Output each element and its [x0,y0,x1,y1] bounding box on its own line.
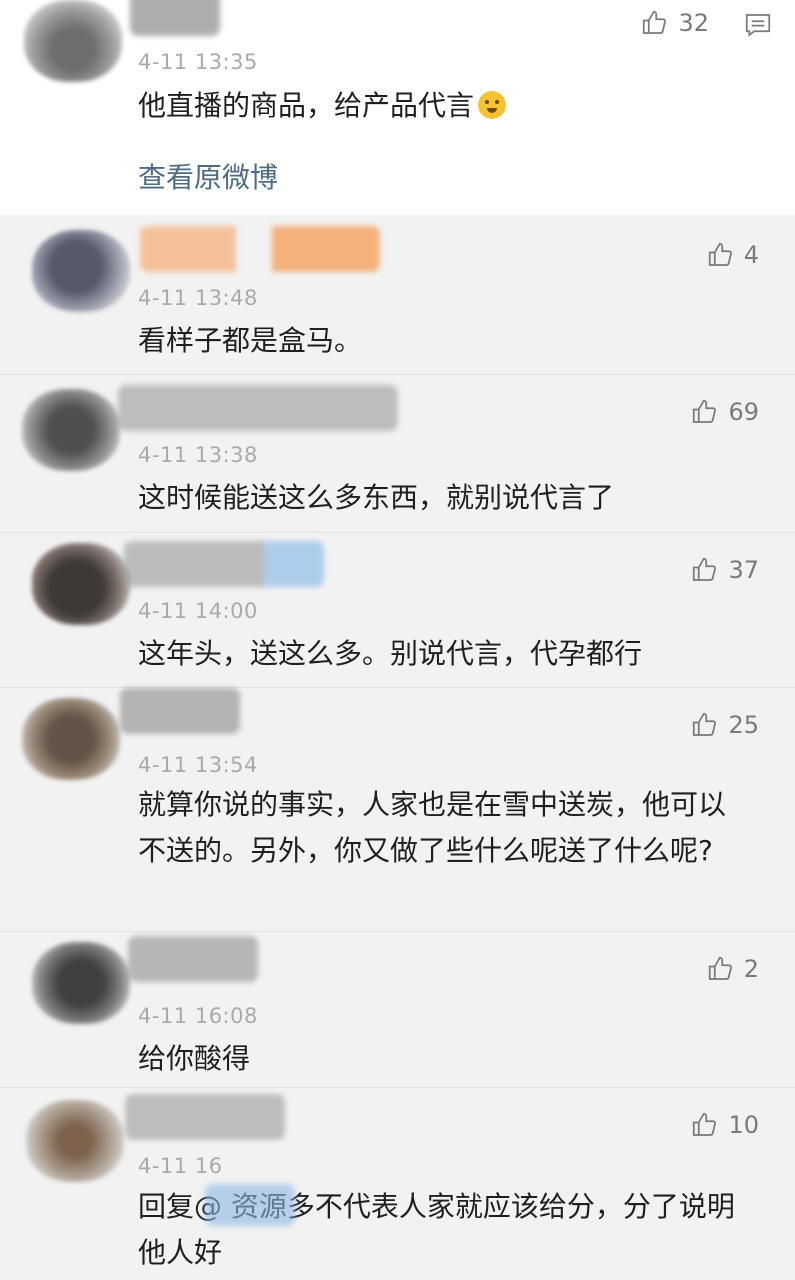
comment-icon[interactable] [743,10,773,40]
comment-text: 这年头，送这么多。别说代言，代孕都行 [138,637,643,670]
thumbs-up-icon [693,399,717,423]
comment-time: 4-11 13:38 [138,443,258,467]
thumbs-up-icon [693,712,717,736]
list-item[interactable]: 4-11 13:54 就算你说的事实，人家也是在雪中送炭，他可以不送的。另外，你… [0,688,795,932]
mention-redacted [205,1184,295,1226]
comment-time: 4-11 16 [138,1154,223,1178]
username-redacted [125,1094,285,1140]
like-button[interactable]: 2 [706,954,759,984]
avatar[interactable] [24,0,122,82]
list-item[interactable]: 4-11 14:00 这年头，送这么多。别说代言，代孕都行 37 [0,533,795,688]
comment-time: 4-11 13:48 [138,286,258,310]
like-button[interactable]: 37 [690,555,759,585]
username-redacted [128,936,258,982]
avatar[interactable] [32,543,130,625]
like-button[interactable]: 25 [690,710,759,740]
username-redacted [124,541,324,587]
avatar[interactable] [22,389,120,471]
thumbs-up-icon [708,242,732,266]
like-count: 10 [728,1111,759,1139]
comment-time: 4-11 13:35 [138,50,258,74]
like-count: 4 [743,241,759,269]
list-item[interactable]: 4-11 16 回复@ 资源多不代表人家就应该给分，分了说明他人好 10 [0,1088,795,1280]
shushing-face-icon [478,91,507,119]
thumbs-up-icon [643,10,667,34]
avatar[interactable] [32,942,130,1024]
view-original-weibo-link[interactable]: 查看原微博 [138,156,278,196]
thumbs-up-icon [708,956,732,980]
avatar[interactable] [22,698,120,780]
top-comment-card: 4-11 13:35 他直播的商品，给产品代言 查看原微博 32 [0,0,795,215]
username-redacted [118,385,398,431]
thumbs-up-icon [693,1112,717,1136]
comment-time: 4-11 16:08 [138,1004,258,1028]
avatar[interactable] [32,230,130,312]
like-count: 69 [728,398,759,426]
like-count: 2 [743,955,759,983]
list-item[interactable]: 4-11 13:48 看样子都是盒马。 4 [0,218,795,375]
comment-time: 4-11 13:54 [138,753,258,777]
like-button[interactable]: 10 [690,1110,759,1140]
comment-text: 这时候能送这么多东西，就别说代言了 [138,481,615,514]
avatar[interactable] [26,1100,124,1182]
like-button[interactable]: 69 [690,397,759,427]
like-button[interactable]: 4 [706,240,759,270]
thumbs-up-icon [693,557,717,581]
username-redacted [140,226,380,272]
like-button[interactable]: 32 [640,8,709,38]
comment-text: 给你酸得 [138,1042,251,1075]
comment-time: 4-11 14:00 [138,599,258,623]
comment-text: 他直播的商品，给产品代言 [138,83,755,129]
comment-text: 看样子都是盒马。 [138,324,363,357]
reply-list: 4-11 13:48 看样子都是盒马。 4 4-11 13:38 这时候能送这么… [0,218,795,1280]
username-redacted [120,688,240,734]
like-count: 37 [728,556,759,584]
like-count: 25 [728,711,759,739]
like-count: 32 [678,9,709,37]
comment-text: 就算你说的事实，人家也是在雪中送炭，他可以不送的。另外，你又做了些什么呢送了什么… [138,788,727,867]
list-item[interactable]: 4-11 16:08 给你酸得 2 [0,932,795,1088]
username-redacted [130,0,220,36]
list-item[interactable]: 4-11 13:38 这时候能送这么多东西，就别说代言了 69 [0,375,795,533]
